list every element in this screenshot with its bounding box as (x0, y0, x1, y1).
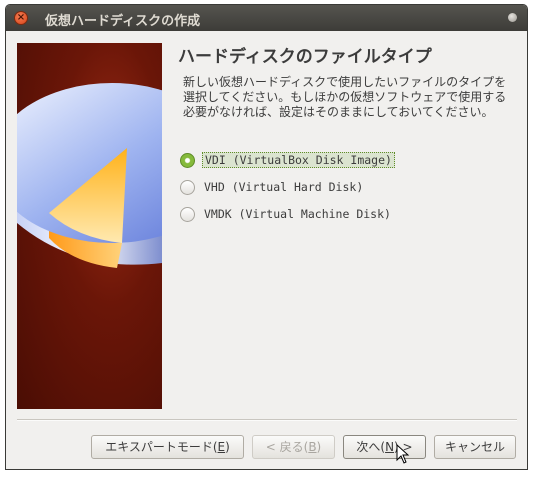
title-bar: × 仮想ハードディスクの作成 (6, 5, 527, 31)
option-vdi-label[interactable]: VDI (VirtualBox Disk Image) (202, 152, 395, 168)
window-title: 仮想ハードディスクの作成 (45, 14, 201, 29)
mouse-pointer-icon (396, 444, 410, 464)
option-vmdk[interactable]: VMDK (Virtual Machine Disk) (180, 205, 400, 225)
back-suffix: ) (316, 440, 322, 454)
back-button[interactable]: < 戻る(B) (252, 435, 335, 459)
back-label: < 戻る( (265, 440, 309, 454)
cancel-button[interactable]: キャンセル (434, 435, 516, 459)
next-button[interactable]: 次へ(N) > (343, 435, 426, 459)
radio-vmdk[interactable] (180, 207, 195, 222)
expert-mode-suffix: ) (225, 440, 230, 454)
next-label: 次へ( (356, 440, 386, 454)
radio-vhd[interactable] (180, 180, 195, 195)
option-vmdk-label[interactable]: VMDK (Virtual Machine Disk) (202, 207, 393, 221)
radio-vdi[interactable] (180, 153, 195, 168)
expert-mode-label: エキスパートモード( (105, 440, 218, 454)
expert-mode-mnemonic: E (217, 440, 226, 454)
button-separator (17, 419, 517, 421)
close-icon[interactable]: × (14, 11, 28, 25)
expert-mode-button[interactable]: エキスパートモード(E) (91, 435, 244, 459)
page-description: 新しい仮想ハードディスクで使用したいファイルのタイプを選択してください。もしほか… (183, 75, 507, 119)
option-vdi[interactable]: VDI (VirtualBox Disk Image) (180, 151, 400, 171)
page-heading: ハードディスクのファイルタイプ (178, 47, 432, 67)
option-vhd-label[interactable]: VHD (Virtual Hard Disk) (202, 180, 365, 194)
window-menu-icon[interactable] (508, 13, 517, 22)
back-mnemonic: B (308, 440, 317, 454)
hard-disk-illustration (6, 43, 232, 409)
next-mnemonic: N (385, 440, 395, 454)
cancel-label: キャンセル (444, 440, 505, 454)
option-vhd[interactable]: VHD (Virtual Hard Disk) (180, 178, 400, 198)
dialog-window: × 仮想ハードディスクの作成 ハードディスクのファイルタイプ 新しい仮想ハードデ… (5, 4, 528, 470)
